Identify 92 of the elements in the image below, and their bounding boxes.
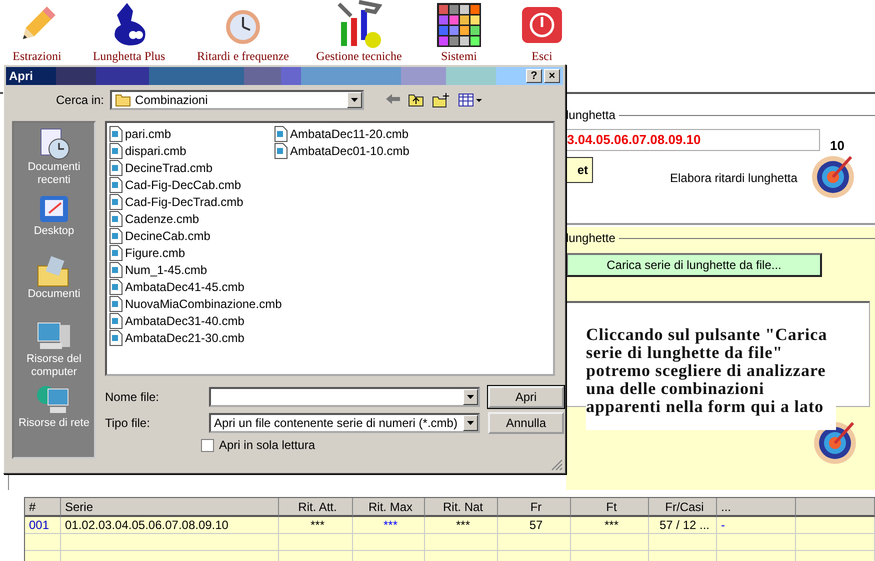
table-cell: 001 <box>25 517 61 534</box>
checkbox-label: Apri in sola lettura <box>219 438 316 452</box>
view-menu-icon[interactable] <box>456 92 484 108</box>
column-header[interactable]: # <box>25 498 61 517</box>
file-name[interactable]: Cadenze.cmb <box>125 212 200 226</box>
column-header[interactable]: ... <box>717 498 796 517</box>
help-button[interactable]: ? <box>526 69 542 83</box>
cancel-button[interactable]: Annulla <box>488 412 564 434</box>
table-cell: 01.02.03.04.05.06.07.08.09.10 <box>61 517 279 534</box>
section-legend: lunghetta <box>566 108 616 122</box>
count-label: 10 <box>830 138 844 153</box>
checkbox[interactable] <box>201 438 214 452</box>
table-cell: 57 <box>498 517 571 534</box>
file-icon <box>109 244 123 260</box>
load-file-button[interactable]: Carica serie di lunghette da file... <box>566 253 822 277</box>
look-in-label: Cerca in: <box>56 93 104 107</box>
file-icon <box>109 330 123 346</box>
column-header[interactable]: Rit. Nat <box>425 498 498 517</box>
file-icon <box>109 312 123 328</box>
toolbar-link[interactable]: Sistemi <box>440 49 477 63</box>
file-name[interactable]: DecineTrad.cmb <box>125 160 213 174</box>
file-icon <box>109 210 123 226</box>
places-item[interactable]: Documenti <box>14 256 94 301</box>
dialog-title: Apri <box>9 69 33 83</box>
desktop-icon <box>37 193 71 225</box>
file-icon <box>109 296 123 312</box>
folder-up-icon[interactable] <box>406 92 426 108</box>
table-cell: 57 / 12 ... <box>649 517 717 534</box>
series-field[interactable]: 3.04.05.06.07.08.09.10 <box>566 129 820 151</box>
table-cell: *** <box>425 517 498 534</box>
file-type-dropdown[interactable]: Apri un file contenente serie di numeri (*.cmb) <box>209 413 480 433</box>
section-legend: lunghette <box>566 231 616 245</box>
toolbar-link[interactable]: Lunghetta Plus <box>92 49 166 63</box>
column-header[interactable]: Fr/Casi <box>649 498 717 517</box>
look-in-dropdown[interactable]: Combinazioni <box>110 90 364 110</box>
table-cell: *** <box>353 517 425 534</box>
power-icon[interactable] <box>521 4 563 44</box>
file-icon <box>109 176 123 192</box>
file-type-label: Tipo file: <box>105 416 151 430</box>
column-header[interactable]: Rit. Att. <box>279 498 353 517</box>
places-item[interactable]: Desktop <box>14 193 94 238</box>
caret-icon <box>351 98 358 102</box>
table-cell: *** <box>279 517 353 534</box>
file-name[interactable]: AmbataDec11-20.cmb <box>290 126 408 140</box>
file-name[interactable]: dispari.cmb <box>125 144 186 158</box>
color-grid-icon[interactable] <box>437 2 481 46</box>
places-item[interactable]: Documenti recenti <box>14 127 94 187</box>
column-header[interactable]: Rit. Max <box>353 498 425 517</box>
file-icon <box>274 142 288 158</box>
action-label: Elabora ritardi lunghetta <box>670 171 798 185</box>
file-icon <box>109 160 123 176</box>
places-item[interactable]: Risorse del computer <box>14 319 94 379</box>
file-name[interactable]: NuovaMiaCombinazione.cmb <box>125 296 282 310</box>
caret-icon <box>467 395 474 399</box>
places-item[interactable]: Risorse di rete <box>14 383 94 430</box>
file-name[interactable]: pari.cmb <box>125 126 172 140</box>
column-header[interactable]: Ft <box>571 498 649 517</box>
file-icon <box>109 142 123 158</box>
column-header[interactable]: Fr <box>498 498 571 517</box>
file-name[interactable]: Cad-Fig-DecCab.cmb <box>125 178 242 192</box>
file-name[interactable]: Cad-Fig-DecTrad.cmb <box>125 194 244 208</box>
file-icon <box>109 126 123 142</box>
toolbar-link[interactable]: Ritardi e frequenze <box>197 49 289 63</box>
file-name[interactable]: DecineCab.cmb <box>125 228 210 242</box>
toolbar-link[interactable]: Estrazioni <box>12 49 62 63</box>
file-name[interactable]: AmbataDec21-30.cmb <box>125 330 244 344</box>
table-cell <box>25 534 61 551</box>
file-name-label: Nome file: <box>105 390 160 404</box>
table-cell <box>353 534 425 551</box>
file-icon <box>274 126 288 142</box>
table-cell <box>649 534 717 551</box>
file-icon <box>109 194 123 210</box>
table-cell: - <box>717 517 796 534</box>
file-name[interactable]: Num_1-45.cmb <box>125 262 208 276</box>
file-name[interactable]: AmbataDec01-10.cmb <box>290 144 410 158</box>
file-name[interactable]: AmbataDec41-45.cmb <box>125 280 244 294</box>
table-cell: *** <box>571 517 649 534</box>
folder-icon <box>115 93 132 107</box>
toolbar-link[interactable]: Esci <box>532 49 552 63</box>
file-icon <box>109 262 123 278</box>
file-icon <box>109 228 123 244</box>
file-name[interactable]: AmbataDec31-40.cmb <box>125 314 244 328</box>
toolbar-link[interactable]: Gestione tecniche <box>316 49 402 63</box>
caret-icon <box>467 421 474 425</box>
close-button[interactable]: × <box>544 69 560 83</box>
resize-grip-icon[interactable] <box>551 459 563 471</box>
file-name-field[interactable] <box>209 387 480 407</box>
open-button[interactable]: Apri <box>488 386 564 408</box>
set-button[interactable]: et <box>566 157 593 183</box>
column-header[interactable]: Serie <box>61 498 279 517</box>
file-name[interactable]: Figure.cmb <box>125 246 186 260</box>
file-icon <box>109 278 123 294</box>
